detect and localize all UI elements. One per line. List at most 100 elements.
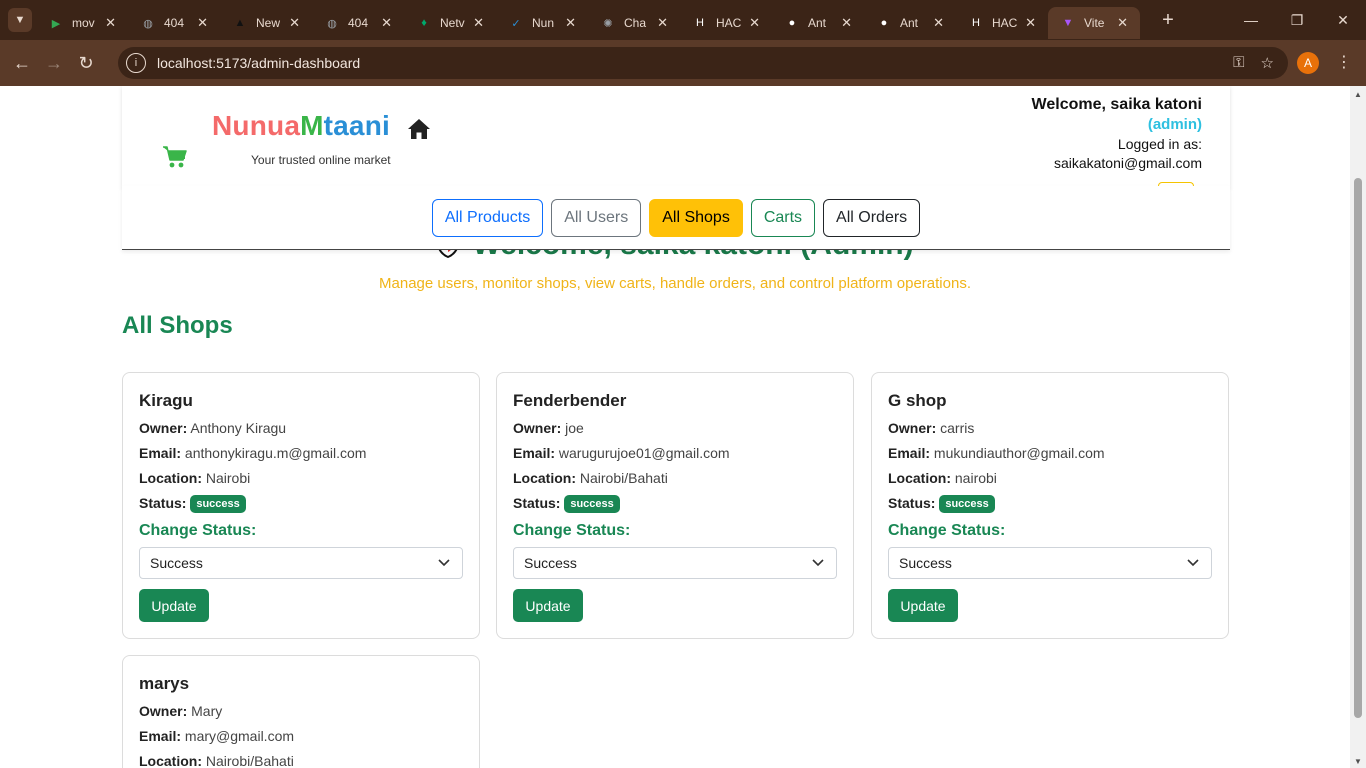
scroll-down-arrow-icon[interactable]: ▼: [1354, 757, 1362, 766]
github-icon: ●: [880, 17, 888, 29]
shop-card: marys Owner: Mary Email: mary@gmail.com …: [122, 655, 480, 768]
browser-tab[interactable]: ● Ant ✕: [864, 7, 956, 39]
tab-label: Cha: [624, 16, 647, 30]
openai-icon: ✺: [603, 17, 613, 30]
browser-tab[interactable]: ♦ Netv ✕: [404, 7, 496, 39]
owner-label: Owner:: [139, 703, 188, 719]
tab-label: 404: [348, 16, 369, 30]
section-title: All Shops: [122, 312, 233, 339]
tab-search-chevron-icon[interactable]: ▼: [8, 8, 32, 32]
tab-close-icon[interactable]: ✕: [197, 15, 208, 31]
tab-close-icon[interactable]: ✕: [473, 15, 484, 31]
reload-icon[interactable]: ↻: [70, 47, 102, 79]
owner-label: Owner:: [139, 420, 188, 436]
h-icon: H: [696, 17, 704, 29]
scrollbar-thumb[interactable]: [1354, 178, 1362, 718]
shop-name: G shop: [888, 391, 947, 410]
shop-owner: Owner: Anthony Kiragu: [139, 420, 463, 436]
browser-tab[interactable]: ◍ 404 ✕: [312, 7, 404, 39]
update-button[interactable]: Update: [139, 589, 209, 622]
shop-location: Location: Nairobi/Bahati: [139, 753, 463, 768]
shop-name: Kiragu: [139, 391, 193, 410]
address-bar[interactable]: i localhost:5173/admin-dashboard ⚿ ☆: [118, 47, 1288, 79]
status-select[interactable]: Success: [888, 547, 1212, 579]
tagline: Your trusted online market: [251, 153, 391, 167]
close-window-icon[interactable]: ✕: [1320, 0, 1366, 40]
tab-label: mov: [72, 16, 95, 30]
chevron-down-icon: [438, 559, 450, 567]
browser-tab[interactable]: ▶ mov ✕: [36, 7, 128, 39]
status-select[interactable]: Success: [139, 547, 463, 579]
shop-card: Fenderbender Owner: joe Email: waruguruj…: [496, 372, 854, 639]
email-value: mukundiauthor@gmail.com: [933, 445, 1105, 461]
browser-tab[interactable]: ● Ant ✕: [772, 7, 864, 39]
browser-tab[interactable]: ▼ Vite ✕: [1048, 7, 1140, 39]
location-label: Location:: [513, 470, 576, 486]
shop-status: Status: success: [888, 495, 1212, 513]
shopping-cart-icon[interactable]: [162, 144, 188, 170]
browser-tab[interactable]: ✓ Nun ✕: [496, 7, 588, 39]
minimize-icon[interactable]: —: [1228, 0, 1274, 40]
site-info-icon[interactable]: i: [126, 53, 146, 73]
shop-name: Fenderbender: [513, 391, 627, 410]
tab-close-icon[interactable]: ✕: [289, 15, 300, 31]
tab-close-icon[interactable]: ✕: [933, 15, 944, 31]
email-label: Email:: [139, 728, 182, 744]
profile-avatar[interactable]: A: [1297, 52, 1319, 74]
shop-name: marys: [139, 674, 190, 693]
tab-close-icon[interactable]: ✕: [749, 15, 760, 31]
tab-close-icon[interactable]: ✕: [1025, 15, 1036, 31]
scroll-up-arrow-icon[interactable]: ▲: [1354, 90, 1362, 99]
forward-icon[interactable]: →: [38, 47, 70, 79]
admin-nav: All Products All Users All Shops Carts A…: [122, 186, 1230, 250]
update-button[interactable]: Update: [888, 589, 958, 622]
globe-icon: ◍: [143, 17, 153, 30]
status-badge: success: [939, 495, 995, 513]
shop-location: Location: Nairobi/Bahati: [513, 470, 837, 486]
key-icon[interactable]: ⚿: [1233, 54, 1244, 72]
url-text[interactable]: localhost:5173/admin-dashboard: [157, 55, 360, 71]
welcome-text: Welcome, saika katoni: [1031, 96, 1202, 113]
all-shops-button[interactable]: All Shops: [649, 198, 743, 237]
home-icon[interactable]: [407, 118, 431, 140]
play-icon: ▶: [51, 17, 61, 30]
tab-label: HAC: [716, 16, 742, 30]
browser-menu-icon[interactable]: ⋮: [1336, 52, 1352, 72]
brand-part-1: Nunua: [212, 110, 301, 141]
tab-close-icon[interactable]: ✕: [841, 15, 852, 31]
new-tab-button[interactable]: +: [1154, 6, 1182, 34]
tab-close-icon[interactable]: ✕: [657, 15, 668, 31]
back-icon[interactable]: ←: [6, 47, 38, 79]
browser-tab[interactable]: ▲ New ✕: [220, 7, 312, 39]
browser-tab[interactable]: ✺ Cha ✕: [588, 7, 680, 39]
email-value: warugurujoe01@gmail.com: [558, 445, 730, 461]
page-viewport: Welcome, saika katoni (Admin) Manage use…: [0, 86, 1350, 768]
bookmark-star-icon[interactable]: ☆: [1261, 54, 1274, 72]
status-select-value: Success: [150, 555, 203, 571]
tab-close-icon[interactable]: ✕: [381, 15, 392, 31]
status-badge: success: [564, 495, 620, 513]
tab-label: Nun: [532, 16, 555, 30]
tab-label: Netv: [440, 16, 465, 30]
tab-label: Vite: [1084, 16, 1105, 30]
restore-icon[interactable]: ❐: [1274, 0, 1320, 40]
page-scrollbar[interactable]: ▲ ▼: [1350, 86, 1366, 768]
shop-email: Email: mary@gmail.com: [139, 728, 463, 744]
status-select[interactable]: Success: [513, 547, 837, 579]
browser-tab[interactable]: H HAC ✕: [680, 7, 772, 39]
owner-label: Owner:: [513, 420, 562, 436]
location-value: nairobi: [954, 470, 997, 486]
all-users-button[interactable]: All Users: [551, 198, 642, 237]
status-label: Status:: [139, 495, 187, 511]
tab-close-icon[interactable]: ✕: [105, 15, 116, 31]
tab-close-icon[interactable]: ✕: [565, 15, 576, 31]
tab-close-icon[interactable]: ✕: [1117, 15, 1128, 31]
brand-logo[interactable]: NunuaMtaani: [212, 110, 390, 142]
update-button[interactable]: Update: [513, 589, 583, 622]
carts-button[interactable]: Carts: [750, 198, 816, 237]
browser-tab[interactable]: ◍ 404 ✕: [128, 7, 220, 39]
browser-tab[interactable]: H HAC ✕: [956, 7, 1048, 39]
all-products-button[interactable]: All Products: [431, 198, 544, 237]
status-label: Status:: [513, 495, 561, 511]
all-orders-button[interactable]: All Orders: [823, 198, 921, 237]
